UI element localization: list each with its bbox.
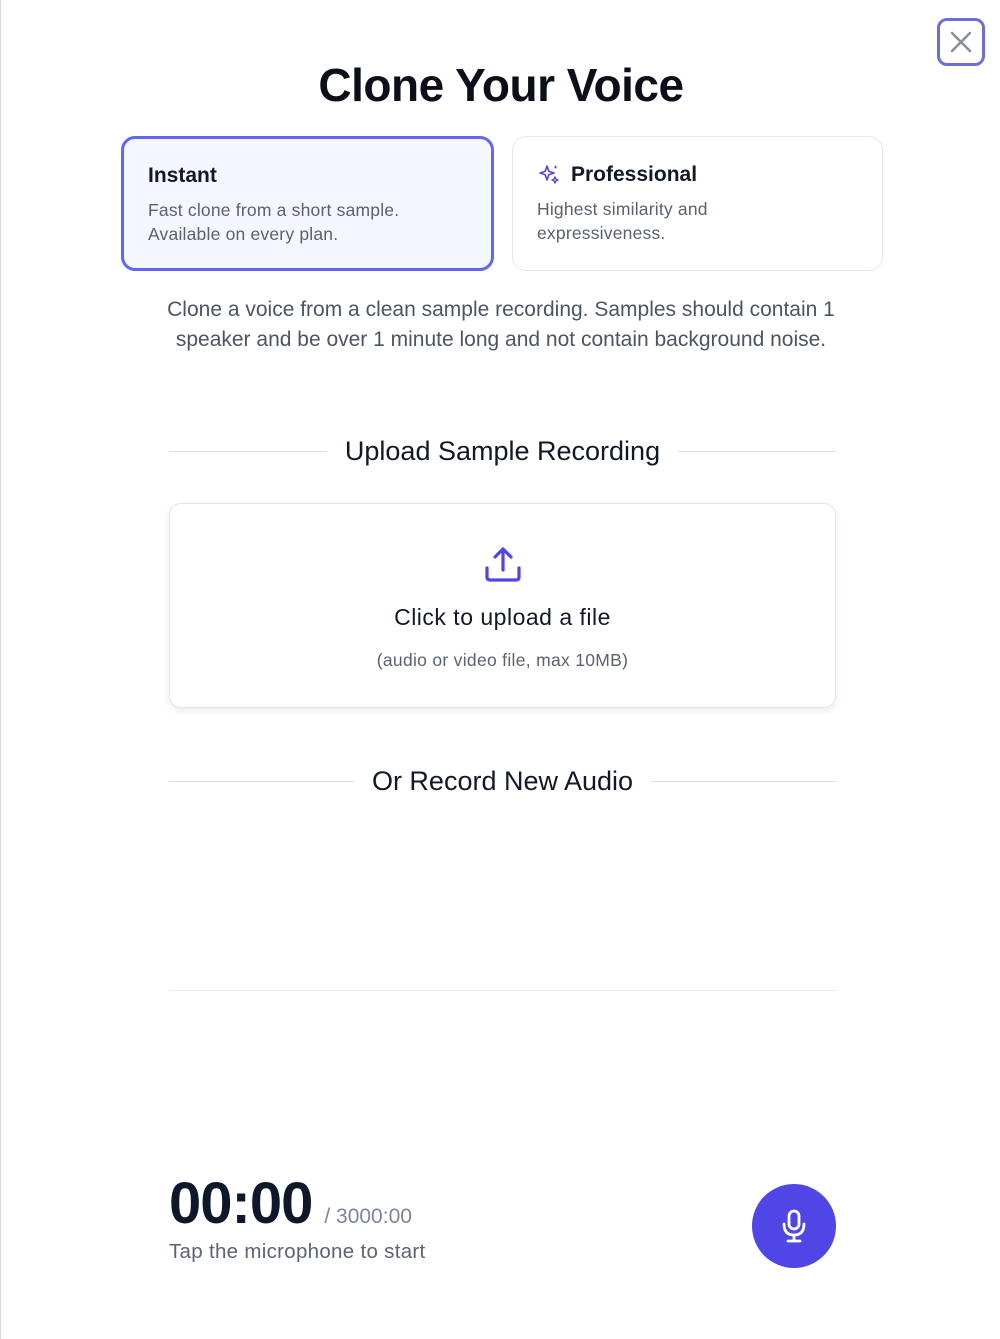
intro-text: Clone a voice from a clean sample record… bbox=[167, 298, 835, 351]
record-hint: Tap the microphone to start bbox=[169, 1240, 426, 1263]
clone-voice-modal: Clone Your Voice Instant Fast clone from… bbox=[0, 0, 1000, 1339]
professional-mode-title: Professional bbox=[571, 163, 698, 186]
max-time: / 3000:00 bbox=[324, 1205, 412, 1228]
sparkles-icon bbox=[539, 165, 559, 184]
record-button[interactable] bbox=[752, 1184, 836, 1268]
instant-mode-title: Instant bbox=[148, 164, 217, 187]
instant-mode-card[interactable]: Instant Fast clone from a short sample. … bbox=[121, 136, 494, 271]
divider-line bbox=[678, 451, 836, 452]
divider-line bbox=[169, 451, 327, 452]
professional-mode-description: Highest similarity and expressiveness. bbox=[537, 199, 708, 243]
modal-title: Clone Your Voice bbox=[318, 59, 684, 111]
upload-prompt: Click to upload a file bbox=[394, 604, 611, 630]
divider-line bbox=[651, 781, 836, 782]
upload-dropzone[interactable]: Click to upload a file (audio or video f… bbox=[169, 503, 836, 708]
record-section-divider: Or Record New Audio bbox=[169, 766, 836, 797]
upload-section-divider: Upload Sample Recording bbox=[169, 436, 836, 467]
elapsed-time: 00:00 bbox=[169, 1171, 313, 1236]
upload-section-label: Upload Sample Recording bbox=[344, 436, 661, 466]
upload-hint: (audio or video file, max 10MB) bbox=[376, 650, 629, 670]
professional-mode-card[interactable]: Professional Highest similarity and expr… bbox=[512, 136, 883, 271]
waveform-baseline bbox=[169, 990, 836, 991]
record-timer: 00:00 / 3000:00 bbox=[169, 1170, 412, 1237]
divider-line bbox=[169, 781, 354, 782]
close-icon bbox=[950, 31, 972, 53]
microphone-icon bbox=[782, 1209, 806, 1243]
record-section-label: Or Record New Audio bbox=[371, 766, 634, 796]
upload-icon bbox=[485, 547, 521, 582]
instant-mode-description: Fast clone from a short sample. Availabl… bbox=[148, 200, 400, 244]
